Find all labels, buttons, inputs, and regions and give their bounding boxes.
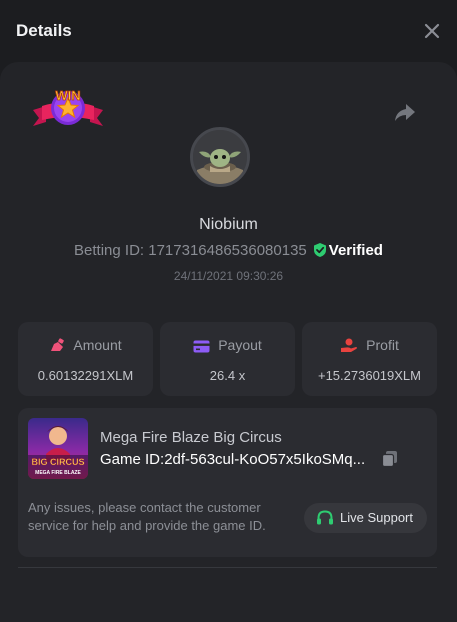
username: Niobium xyxy=(199,216,258,233)
divider xyxy=(18,567,437,568)
payout-card-icon xyxy=(193,340,210,353)
dialog-title: Details xyxy=(16,21,72,40)
betting-id-label: Betting ID: xyxy=(74,242,145,259)
game-id-value: 2df-563cul-KoO57x5IkoSMq... xyxy=(164,451,366,468)
live-support-label: Live Support xyxy=(340,510,413,525)
verified-label: Verified xyxy=(328,242,383,259)
game-id-label: Game ID: xyxy=(100,451,165,468)
game-id: Game ID:2df-563cul-KoO57x5IkoSMq... xyxy=(100,451,372,468)
stat-amount-label: Amount xyxy=(73,337,122,353)
dialog-header: Details xyxy=(0,0,457,62)
close-icon[interactable] xyxy=(421,20,443,42)
amount-icon xyxy=(51,338,65,351)
betting-id-line: Betting ID: 1717316486536080135 Verified xyxy=(0,242,457,259)
win-badge-icon: WIN xyxy=(30,84,106,140)
profit-hand-icon xyxy=(341,338,358,352)
verified-shield-icon xyxy=(313,243,326,257)
thumbnail-title: BIG CIRCUS xyxy=(31,457,84,467)
bet-timestamp: 24/11/2021 09:30:26 xyxy=(173,269,284,283)
stat-amount-value: 0.60132291XLM xyxy=(37,368,134,383)
betting-id-value: 1717316486536080135 xyxy=(148,242,307,259)
avatar xyxy=(190,127,250,187)
thumbnail-subtitle: MEGA FIRE BLAZE xyxy=(35,470,81,476)
game-thumbnail[interactable]: BIG CIRCUS MEGA FIRE BLAZE xyxy=(28,418,88,479)
stat-payout-value: 26.4 x xyxy=(209,368,246,383)
game-info-card: BIG CIRCUS MEGA FIRE BLAZE Mega Fire Bla… xyxy=(18,408,437,557)
share-icon[interactable] xyxy=(393,102,417,124)
stat-profit-value: +15.2736019XLM xyxy=(317,368,421,383)
win-badge-label: WIN xyxy=(55,88,80,103)
stat-payout: Payout 26.4 x xyxy=(160,322,295,396)
copy-icon[interactable] xyxy=(381,450,399,468)
live-support-button[interactable]: Live Support xyxy=(304,503,427,533)
stat-profit-label: Profit xyxy=(366,337,399,353)
help-text: Any issues, please contact the customer … xyxy=(28,500,266,533)
stat-amount: Amount 0.60132291XLM xyxy=(18,322,153,396)
stat-profit: Profit +15.2736019XLM xyxy=(302,322,437,396)
headset-icon xyxy=(317,510,333,525)
game-name[interactable]: Mega Fire Blaze Big Circus xyxy=(100,429,282,446)
stat-payout-label: Payout xyxy=(218,337,262,353)
